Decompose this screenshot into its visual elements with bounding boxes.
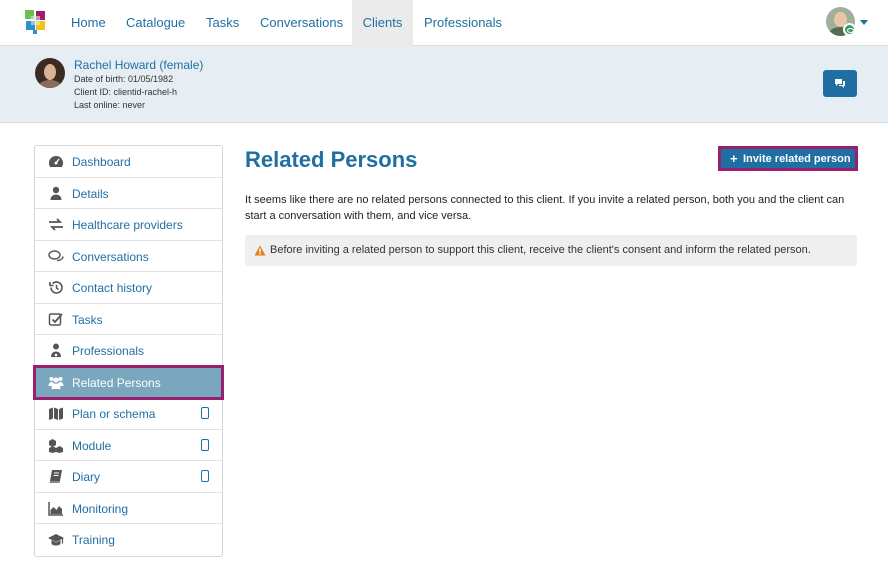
sidebar-item-healthcare-providers[interactable]: Healthcare providers [35,209,222,241]
mobile-icon [201,438,209,451]
area-chart-icon [48,501,63,516]
book-icon [49,470,62,483]
sidebar-item-details[interactable]: Details [35,178,222,209]
cubes-icon [49,438,63,453]
client-dob: Date of birth: 01/05/1982 [74,74,174,84]
sidebar-item-conversations[interactable]: Conversations [35,241,222,272]
eye-icon [843,23,856,36]
sidebar-item-label: Related Persons [72,375,161,390]
checkbox-icon [48,312,63,326]
invite-related-person-button[interactable]: + Invite related person [718,146,858,171]
sidebar-item-monitoring[interactable]: Monitoring [35,493,222,524]
sidebar-item-label: Diary [72,470,101,484]
client-avatar [35,58,65,88]
graduation-cap-icon [48,534,64,546]
mobile-icon [201,470,209,482]
sidebar-item-tasks[interactable]: Tasks [35,304,222,335]
sidebar-item-label: Details [72,186,109,201]
sidebar-item-contact-history[interactable]: Contact history [35,272,222,304]
chat-icon [835,79,845,88]
warning-icon [254,245,266,256]
client-id: Client ID: clientid-rachel-h [74,87,178,97]
sidebar-item-label: Contact history [72,281,153,295]
sidebar-item-module[interactable]: Module [35,430,222,461]
sidebar-item-label: Professionals [72,344,145,358]
dashboard-icon [49,155,64,167]
nav-conversations[interactable]: Conversations [250,0,353,46]
nav-tasks[interactable]: Tasks [196,0,249,46]
user-icon [50,186,62,200]
nav-home[interactable]: Home [61,0,116,46]
sidebar-item-related-persons[interactable]: Related Persons [33,364,224,400]
group-icon [48,376,64,389]
chat-icon [48,249,64,261]
sidebar-item-training[interactable]: Training [35,524,222,556]
invite-button-label: Invite related person [743,153,851,165]
chat-button[interactable] [823,70,857,97]
plus-icon: + [730,151,738,166]
nav-professionals[interactable]: Professionals [414,0,512,46]
sidebar-item-label: Plan or schema [72,407,156,421]
client-name[interactable]: Rachel Howard (female) [74,58,203,72]
sidebar-item-dashboard[interactable]: Dashboard [35,146,222,178]
page-title: Related Persons [245,147,418,172]
sidebar-item-label: Healthcare providers [72,218,183,232]
empty-state-text: It seems like there are no related perso… [245,194,845,222]
top-navigation: Home Catalogue Tasks Conversations Clien… [0,0,888,46]
mobile-icon [201,407,209,419]
sidebar-item-label: Monitoring [72,501,129,516]
app-logo-icon[interactable] [25,10,47,34]
sidebar-item-plan-or-schema[interactable]: Plan or schema [35,398,222,430]
sidebar-item-diary[interactable]: Diary [35,461,222,493]
sidebar-item-label: Training [72,533,115,547]
sidebar-item-professionals[interactable]: Professionals [35,335,222,367]
sidebar-item-label: Tasks [72,312,103,327]
warning-text: Before inviting a related person to supp… [270,244,811,256]
warning-alert: Before inviting a related person to supp… [245,235,857,266]
map-icon [49,407,63,420]
nav-clients[interactable]: Clients [352,0,413,46]
sidebar-item-label: Module [72,438,112,453]
chevron-down-icon[interactable] [860,20,868,25]
client-last-online: Last online: never [74,100,146,110]
sidebar-item-label: Dashboard [72,155,131,169]
client-sidebar: Dashboard Details Healthcare providers C… [33,145,224,557]
sidebar-item-label: Conversations [72,249,149,264]
client-header: Rachel Howard (female) Date of birth: 01… [0,46,888,123]
doctor-icon [51,343,61,357]
history-icon [49,281,63,294]
exchange-icon [49,218,63,231]
nav-catalogue[interactable]: Catalogue [116,0,195,46]
